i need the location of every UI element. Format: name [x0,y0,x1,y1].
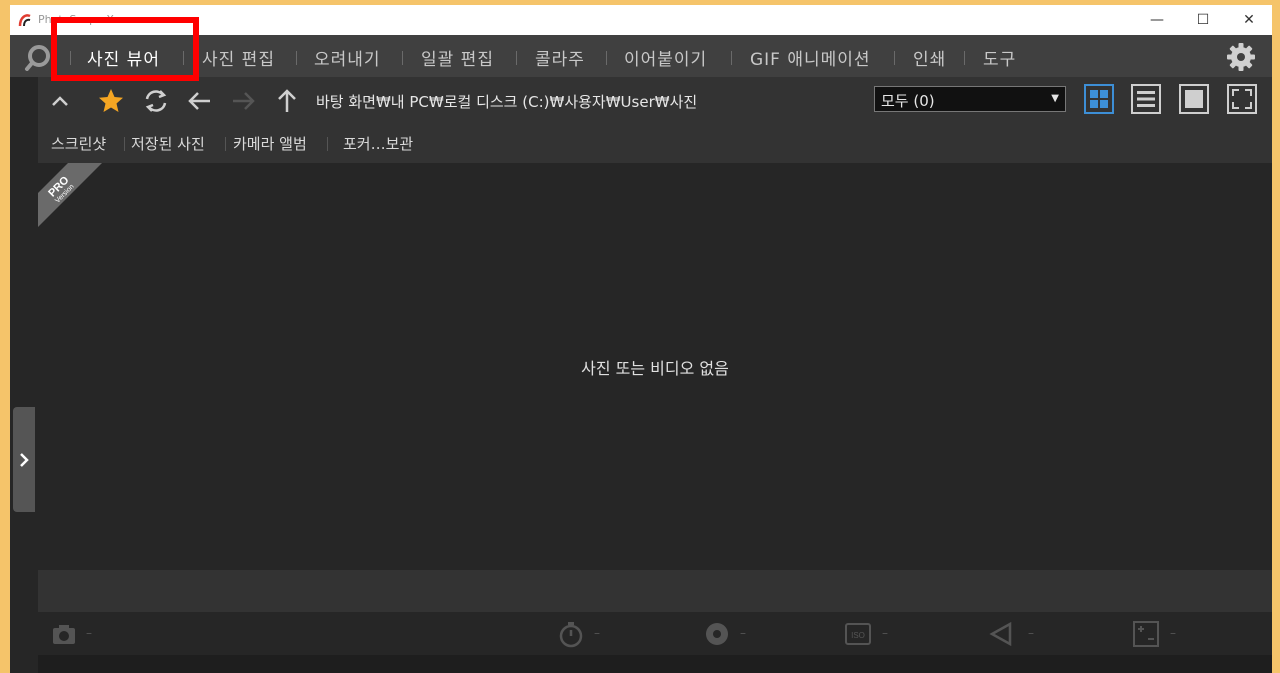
close-button[interactable]: ✕ [1226,5,1272,35]
menu-separator [964,51,965,65]
app-window: PhotoScape X — ☐ ✕ 사진 뷰어 사진 편집 오려내기 일괄 편… [10,5,1272,673]
exposure-value: – [1170,626,1176,640]
aperture-icon [706,623,728,645]
menu-separator [402,51,403,65]
refresh-icon[interactable] [142,87,170,115]
file-filter-value: 모두 (0) [881,92,935,110]
expand-panel-button[interactable] [13,407,35,512]
dropdown-arrow-icon: ▼ [1051,93,1059,104]
tab-separator [225,137,226,151]
menu-separator [731,51,732,65]
chevron-up-icon[interactable] [46,87,74,115]
tab-separator [327,137,328,151]
chevron-right-icon [20,452,29,467]
fullscreen-icon[interactable] [1227,84,1257,114]
grid-view-icon[interactable] [1084,84,1114,114]
exposure-icon [1133,621,1159,647]
flash-value: – [1028,626,1034,640]
camera-icon [53,625,75,644]
shutter-value: – [594,626,600,640]
star-icon[interactable] [97,87,125,115]
pro-version-badge[interactable]: PRO Version [38,163,102,227]
bottom-toolbar [38,655,1272,673]
menu-separator [894,51,895,65]
main-menu-bar: 사진 뷰어 사진 편집 오려내기 일괄 편집 콜라주 이어붙이기 GIF 애니메… [10,35,1272,77]
up-arrow-icon[interactable] [273,87,301,115]
menu-batch-editor[interactable]: 일괄 편집 [421,45,494,70]
highlight-annotation-box [51,17,199,81]
menu-separator [296,51,297,65]
title-bar: PhotoScape X — ☐ ✕ [10,5,1272,35]
preview-strip [38,570,1272,612]
flash-icon [989,621,1012,647]
iso-icon: ISO [845,623,871,645]
app-logo-icon [18,14,31,27]
menu-separator [606,51,607,65]
menu-collage[interactable]: 콜라주 [535,45,585,70]
aperture-value: – [740,626,746,640]
list-view-icon[interactable] [1131,84,1161,114]
tab-screenshots[interactable]: 스크린샷 [51,133,106,154]
timer-icon [559,622,583,648]
empty-state-message: 사진 또는 비디오 없음 [581,359,729,378]
menu-print[interactable]: 인쇄 [913,45,946,70]
album-tabs-bar: 스크린샷 저장된 사진 카메라 앨범 포커…보관 [38,123,1272,163]
iso-value: – [882,626,888,640]
gear-icon[interactable] [1226,42,1256,72]
menu-gif-animation[interactable]: GIF 애니메이션 [750,45,871,70]
menu-cut-out[interactable]: 오려내기 [314,45,381,70]
tab-saved-photos[interactable]: 저장된 사진 [131,133,205,154]
menu-photo-editor[interactable]: 사진 편집 [202,45,275,70]
svg-text:ISO: ISO [851,631,865,640]
thumbnail-area: PRO Version 사진 또는 비디오 없음 [38,163,1272,570]
menu-separator [516,51,517,65]
menu-combine[interactable]: 이어붙이기 [624,45,707,70]
back-arrow-icon[interactable] [186,87,214,115]
tab-camera-album[interactable]: 카메라 앨범 [233,133,307,154]
tab-folder-archive[interactable]: 포커…보관 [343,133,413,154]
single-view-icon[interactable] [1179,84,1209,114]
menu-tools[interactable]: 도구 [983,45,1016,70]
forward-arrow-icon[interactable] [229,87,257,115]
folder-path-breadcrumb[interactable]: 바탕 화면₩내 PC₩로컬 디스크 (C:)₩사용자₩User₩사진 [316,91,697,112]
navigation-toolbar: 바탕 화면₩내 PC₩로컬 디스크 (C:)₩사용자₩User₩사진 모두 (0… [38,77,1272,123]
photoscape-logo-icon[interactable] [24,43,52,71]
left-panel-strip [10,77,38,673]
camera-value: – [86,626,92,640]
photo-info-bar: – – – ISO – – – [38,612,1272,655]
file-filter-select[interactable]: 모두 (0) ▼ [874,86,1066,112]
maximize-button[interactable]: ☐ [1180,5,1226,35]
minimize-button[interactable]: — [1134,5,1180,35]
tab-separator [124,137,125,151]
